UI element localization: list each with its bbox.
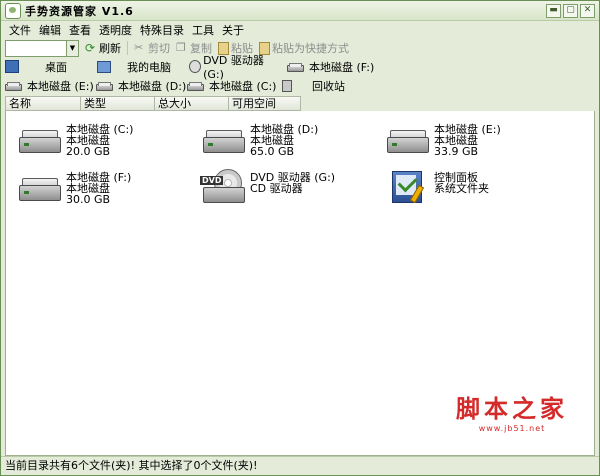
refresh-label: 刷新 — [99, 42, 121, 55]
toolbar-separator — [127, 41, 128, 55]
location-label: 回收站 — [312, 79, 345, 93]
location-recycle-bin[interactable]: 回收站 — [282, 78, 345, 94]
list-item[interactable]: 本地磁盘 (D:) 本地磁盘 65.0 GB — [200, 121, 380, 159]
copy-icon: ❐ — [176, 41, 186, 54]
dropdown-arrow-icon[interactable]: ▼ — [66, 40, 78, 56]
menu-bar: 文件 编辑 查看 透明度 特殊目录 工具 关于 — [1, 21, 599, 38]
watermark-title: 脚本之家 — [456, 394, 568, 423]
watermark-url: www.jb51.net — [478, 424, 546, 433]
hard-drive-icon — [200, 121, 246, 159]
list-item[interactable]: 本地磁盘 (C:) 本地磁盘 20.0 GB — [16, 121, 196, 159]
location-label: 我的电脑 — [127, 60, 171, 74]
column-name[interactable]: 名称 — [5, 96, 81, 111]
column-type[interactable]: 类型 — [81, 96, 155, 111]
menu-view[interactable]: 查看 — [65, 22, 95, 38]
refresh-icon: ⟳ — [85, 41, 96, 55]
refresh-button[interactable]: ⟳ 刷新 — [85, 40, 121, 56]
list-item[interactable]: 控制面板 系统文件夹 — [384, 169, 564, 207]
column-header: 名称 类型 总大小 可用空间 — [5, 96, 595, 111]
menu-special-folders[interactable]: 特殊目录 — [136, 22, 188, 38]
item-type: CD 驱动器 — [250, 182, 303, 195]
location-my-computer[interactable]: 我的电脑 — [97, 59, 189, 75]
location-drive-f[interactable]: 本地磁盘 (F:) — [287, 59, 374, 75]
hard-drive-icon — [384, 121, 430, 159]
menu-tools[interactable]: 工具 — [188, 22, 218, 38]
location-drive-e[interactable]: 本地磁盘 (E:) — [5, 78, 96, 94]
hard-drive-icon — [16, 169, 62, 207]
column-total-size[interactable]: 总大小 — [155, 96, 229, 111]
location-bar-row-1: 桌面 我的电脑 DVD 驱动器 (G:) 本地磁盘 (F:) — [1, 54, 599, 81]
desktop-icon — [5, 60, 19, 73]
location-label: 本地磁盘 (E:) — [27, 79, 94, 93]
maximize-button[interactable]: ▢ — [563, 4, 578, 18]
menu-edit[interactable]: 编辑 — [35, 22, 65, 38]
list-item[interactable]: 本地磁盘 (F:) 本地磁盘 30.0 GB — [16, 169, 196, 207]
recycle-bin-icon — [282, 79, 292, 92]
item-size: 20.0 GB — [66, 145, 111, 158]
location-bar-row-2: 本地磁盘 (E:) 本地磁盘 (D:) 本地磁盘 (C:) 回收站 — [1, 77, 599, 94]
list-item[interactable]: DVD DVD 驱动器 (G:) CD 驱动器 — [200, 169, 380, 207]
location-drive-d[interactable]: 本地磁盘 (D:) — [96, 78, 187, 94]
column-free-space[interactable]: 可用空间 — [229, 96, 301, 111]
location-label: 本地磁盘 (F:) — [309, 60, 375, 74]
dvd-drive-icon — [189, 60, 202, 73]
address-combobox[interactable]: ▼ — [5, 39, 79, 57]
list-item[interactable]: 本地磁盘 (E:) 本地磁盘 33.9 GB — [384, 121, 564, 159]
location-label: 本地磁盘 (C:) — [209, 79, 277, 93]
cut-button[interactable]: ✂ 剪切 — [134, 40, 170, 56]
file-list[interactable]: 本地磁盘 (C:) 本地磁盘 20.0 GB 本地磁盘 (D:) 本地磁盘 65… — [5, 111, 595, 456]
window-title: 手势资源管家 V1.6 — [25, 4, 134, 18]
cut-label: 剪切 — [148, 42, 170, 55]
item-size: 30.0 GB — [66, 193, 111, 206]
location-label: 本地磁盘 (D:) — [118, 79, 187, 93]
control-panel-icon — [384, 169, 430, 207]
minimize-button[interactable]: ▬ — [546, 4, 561, 18]
item-size: 65.0 GB — [250, 145, 295, 158]
menu-about[interactable]: 关于 — [218, 22, 248, 38]
watermark: 脚本之家 www.jb51.net — [456, 389, 568, 433]
hard-drive-icon — [96, 81, 113, 91]
computer-icon — [97, 60, 111, 73]
item-type: 系统文件夹 — [434, 182, 489, 195]
location-desktop[interactable]: 桌面 — [5, 59, 97, 75]
hard-drive-icon — [5, 81, 22, 91]
toolbar: ▼ ⟳ 刷新 ✂ 剪切 ❐ 复制 粘贴 粘贴为快捷方式 — [1, 39, 599, 57]
location-drive-c[interactable]: 本地磁盘 (C:) — [187, 78, 278, 94]
menu-file[interactable]: 文件 — [5, 22, 35, 38]
menu-transparency[interactable]: 透明度 — [95, 22, 136, 38]
dvd-drive-icon: DVD — [200, 169, 246, 207]
paste-shortcut-label: 粘贴为快捷方式 — [272, 42, 349, 55]
hard-drive-icon — [287, 62, 304, 72]
hard-drive-icon — [187, 81, 204, 91]
title-bar[interactable]: 手势资源管家 V1.6 ▬ ▢ ✕ — [1, 1, 599, 21]
app-window: 手势资源管家 V1.6 ▬ ▢ ✕ 文件 编辑 查看 透明度 特殊目录 工具 关… — [0, 0, 600, 476]
location-label: 桌面 — [45, 60, 67, 74]
status-text: 当前目录共有6个文件(夹)! 其中选择了0个文件(夹)! — [5, 459, 258, 472]
status-bar: 当前目录共有6个文件(夹)! 其中选择了0个文件(夹)! — [1, 456, 599, 475]
hard-drive-icon — [16, 121, 62, 159]
item-size: 33.9 GB — [434, 145, 479, 158]
app-logo-icon — [5, 2, 21, 19]
close-button[interactable]: ✕ — [580, 4, 595, 18]
scissors-icon: ✂ — [134, 41, 144, 54]
